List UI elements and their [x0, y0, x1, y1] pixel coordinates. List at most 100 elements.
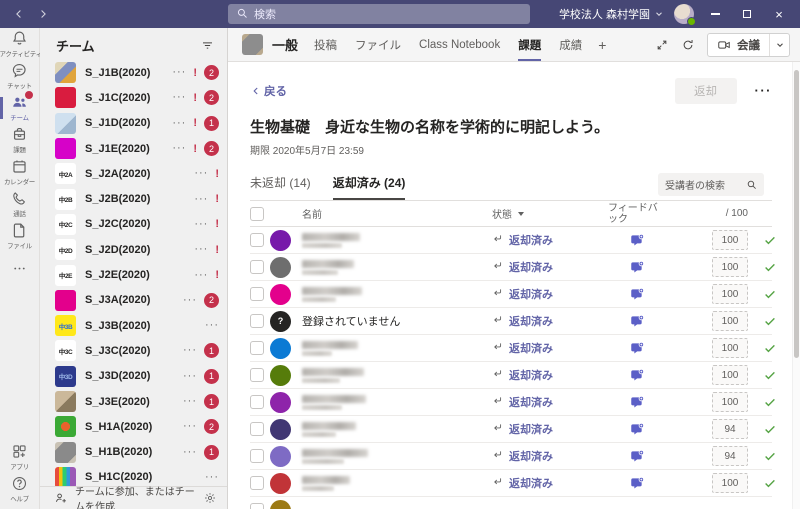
column-header-name[interactable]: 名前 [302, 206, 492, 221]
history-back-icon[interactable] [12, 7, 26, 21]
tab-not-returned[interactable]: 未返却 (14) [250, 174, 311, 200]
row-checkbox[interactable] [250, 341, 264, 355]
more-options-icon[interactable]: ··· [172, 143, 186, 154]
team-item[interactable]: 中3D S_J3D(2020) ··· 1 [40, 364, 227, 389]
return-button[interactable]: 返却 [674, 78, 737, 104]
team-item[interactable]: S_J3E(2020) ··· 1 [40, 389, 227, 414]
more-options-icon[interactable]: ··· [205, 471, 219, 483]
row-checkbox[interactable] [250, 233, 264, 247]
student-row[interactable]: 返却済み 100 [250, 470, 775, 497]
row-checkbox[interactable] [250, 260, 264, 274]
window-maximize-button[interactable] [736, 3, 758, 25]
score-value[interactable]: 100 [712, 311, 748, 331]
more-options-icon[interactable]: ··· [183, 370, 197, 382]
more-options-icon[interactable]: ··· [194, 193, 208, 205]
window-minimize-button[interactable] [704, 3, 726, 25]
more-options-icon[interactable]: ··· [172, 67, 186, 78]
more-options-icon[interactable]: ··· [183, 345, 197, 356]
feedback-icon[interactable] [630, 395, 645, 410]
channel-tab-投稿[interactable]: 投稿 [314, 28, 337, 61]
student-row[interactable]: 返却済み 100 [250, 335, 775, 362]
channel-tab-課題[interactable]: 課題 [518, 28, 542, 61]
rail-item-activity[interactable]: アクティビティ [0, 28, 40, 60]
history-forward-icon[interactable] [36, 7, 50, 21]
student-search-input[interactable]: 受講者の検索 [658, 173, 764, 196]
row-checkbox[interactable] [250, 368, 264, 382]
team-item[interactable]: 中3C S_J3C(2020) ··· 1 [40, 338, 227, 363]
rail-item-help[interactable]: ヘルプ [0, 473, 39, 505]
team-item[interactable]: S_H1B(2020) ··· 1 [40, 439, 227, 464]
score-value[interactable]: 100 [712, 284, 748, 304]
student-row[interactable]: 返却済み 100 [250, 254, 775, 281]
row-checkbox[interactable] [250, 422, 264, 436]
more-options-icon[interactable]: ··· [183, 446, 197, 458]
column-header-status[interactable]: 状態 [492, 206, 597, 221]
rail-item-files[interactable]: ファイル [0, 220, 39, 252]
team-item[interactable]: S_J1C(2020) ···! 2 [40, 85, 227, 110]
meet-options-chevron[interactable] [769, 33, 789, 56]
team-item[interactable]: 中2E S_J2E(2020) ···! [40, 262, 227, 287]
student-row[interactable]: 返却済み 100 [250, 227, 775, 254]
feedback-icon[interactable] [630, 260, 645, 275]
student-row[interactable]: 返却済み 100 [250, 389, 775, 416]
feedback-icon[interactable] [630, 233, 645, 248]
add-tab-button[interactable]: + [598, 37, 606, 53]
meet-now-button[interactable]: 会議 [707, 32, 790, 57]
more-options-icon[interactable]: ··· [194, 168, 208, 179]
window-close-button[interactable]: × [768, 3, 790, 25]
user-avatar[interactable] [674, 4, 696, 26]
score-value[interactable]: 100 [712, 230, 748, 250]
refresh-icon[interactable] [681, 38, 695, 52]
feedback-icon[interactable] [630, 314, 645, 329]
global-search-input[interactable]: 検索 [228, 4, 530, 24]
team-item[interactable]: 中2D S_J2D(2020) ···! [40, 237, 227, 262]
student-row[interactable]: 返却済み 100 [250, 362, 775, 389]
tab-returned[interactable]: 返却済み (24) [332, 174, 405, 200]
row-checkbox[interactable] [250, 395, 264, 409]
feedback-icon[interactable] [630, 368, 645, 383]
more-options-icon[interactable]: ··· [183, 294, 197, 306]
tenant-switcher[interactable]: 学校法人 森村学園 [559, 6, 664, 22]
more-options-icon[interactable]: ··· [194, 269, 208, 281]
rail-item-chat[interactable]: チャット [0, 60, 39, 92]
team-item[interactable]: S_J1E(2020) ···! 2 [40, 136, 227, 161]
back-link[interactable]: 戻る [250, 83, 287, 99]
more-options-icon[interactable]: ··· [172, 117, 186, 129]
scrollbar-thumb[interactable] [794, 70, 799, 358]
student-row[interactable]: ? 登録されていません 返却済み 100 [250, 308, 775, 335]
expand-icon[interactable] [655, 38, 669, 52]
student-row[interactable]: 返却済み 94 [250, 416, 775, 443]
student-row[interactable]: 返却済み 100 [250, 281, 775, 308]
feedback-icon[interactable] [630, 287, 645, 302]
row-checkbox[interactable] [250, 503, 264, 509]
team-item[interactable]: S_J3A(2020) ··· 2 [40, 288, 227, 313]
more-options-icon[interactable]: ··· [194, 218, 208, 230]
filter-icon[interactable] [200, 38, 215, 53]
rail-item-assignments[interactable]: 課題 [0, 124, 39, 156]
select-all-checkbox[interactable] [250, 206, 264, 221]
feedback-icon[interactable] [630, 422, 645, 437]
score-value[interactable]: 100 [712, 257, 748, 277]
rail-item-calendar[interactable]: カレンダー [0, 156, 39, 188]
score-value[interactable]: 100 [712, 338, 748, 358]
row-checkbox[interactable] [250, 287, 264, 301]
join-or-create-team-button[interactable]: チームに参加、またはチームを作成 [40, 486, 227, 509]
team-item[interactable]: S_H1A(2020) ··· 2 [40, 414, 227, 439]
more-options-icon[interactable]: ··· [755, 84, 773, 97]
rail-item-apps[interactable]: アプリ [0, 441, 39, 473]
channel-tab-成績[interactable]: 成績 [559, 28, 582, 61]
student-row[interactable] [250, 497, 772, 509]
more-options-icon[interactable]: ··· [172, 92, 186, 103]
score-value[interactable]: 100 [712, 392, 748, 412]
student-row[interactable]: 返却済み 94 [250, 443, 775, 470]
feedback-icon[interactable] [630, 341, 645, 356]
feedback-icon[interactable] [630, 476, 645, 491]
channel-tab-Class Notebook[interactable]: Class Notebook [419, 28, 500, 61]
manage-teams-gear-icon[interactable] [203, 491, 217, 505]
team-item[interactable]: S_J1D(2020) ···! 1 [40, 111, 227, 136]
score-value[interactable]: 94 [712, 419, 748, 439]
team-item[interactable]: 中2A S_J2A(2020) ···! [40, 161, 227, 186]
scrollbar[interactable] [792, 62, 800, 509]
team-item[interactable]: 中2C S_J2C(2020) ···! [40, 212, 227, 237]
score-value[interactable]: 100 [712, 365, 748, 385]
